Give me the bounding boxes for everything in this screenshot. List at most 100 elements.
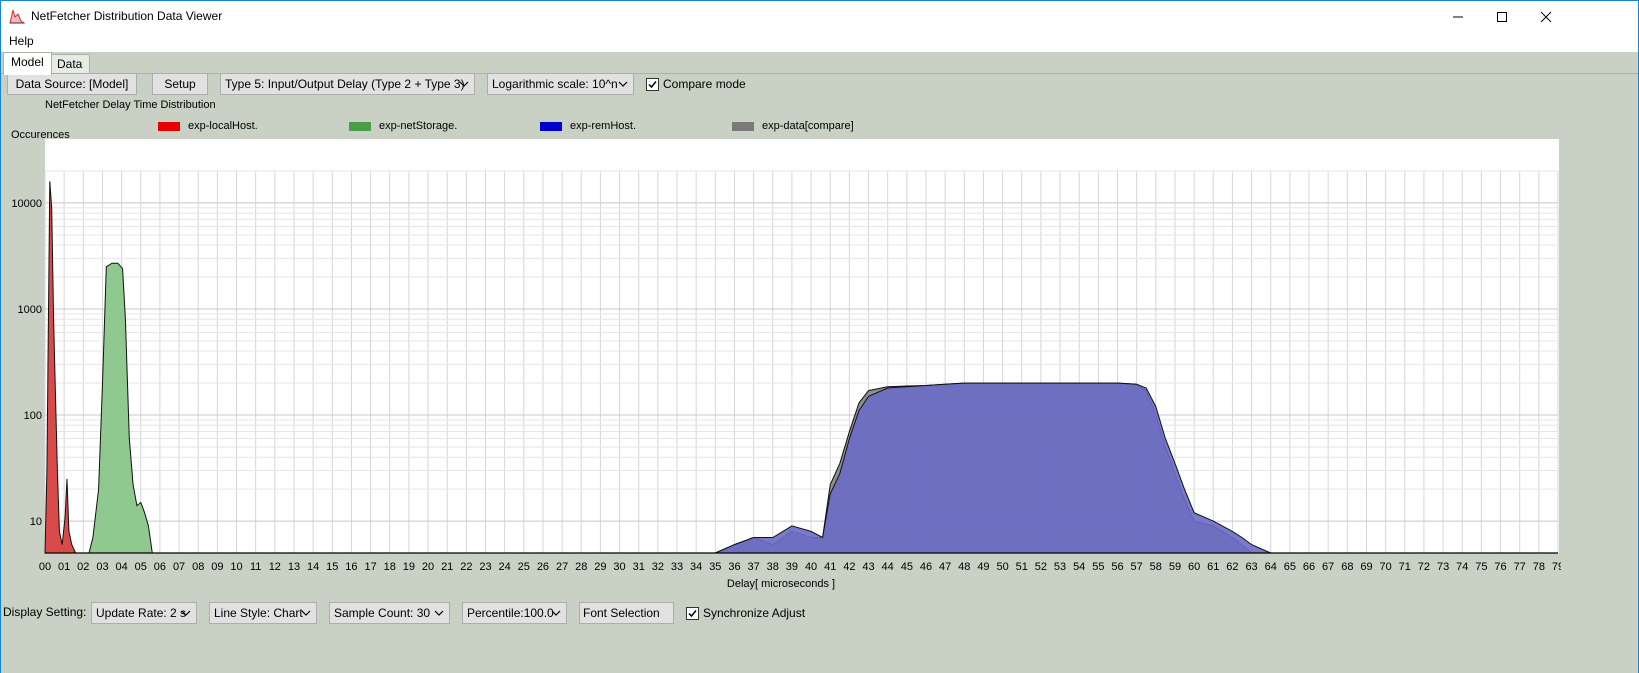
menu-bar: Help (1, 32, 1638, 52)
x-tick-label: 24 (499, 561, 511, 573)
chart-title: NetFetcher Delay Time Distribution (45, 99, 216, 111)
x-tick-label: 08 (192, 561, 204, 573)
y-tick-label: 1000 (18, 304, 42, 316)
minimize-button[interactable] (1435, 1, 1481, 32)
x-tick-label: 59 (1169, 561, 1181, 573)
x-tick-label: 10 (230, 561, 242, 573)
legend-label-netstorage: exp-netStorage. (379, 120, 458, 132)
x-tick-label: 68 (1341, 561, 1353, 573)
y-tick-label: 10 (30, 516, 42, 528)
x-tick-label: 26 (537, 561, 549, 573)
x-tick-label: 60 (1188, 561, 1200, 573)
synchronize-adjust-label: Synchronize Adjust (703, 606, 806, 620)
x-tick-label: 56 (1111, 561, 1123, 573)
legend-item-remhost: exp-remHost. (540, 119, 636, 133)
x-tick-label: 79 (1552, 561, 1561, 573)
x-tick-label: 66 (1303, 561, 1315, 573)
x-tick-label: 01 (58, 561, 70, 573)
chevron-down-icon (618, 81, 628, 87)
x-tick-label: 12 (269, 561, 281, 573)
scale-select[interactable]: Logarithmic scale: 10^n (487, 73, 634, 95)
x-tick-label: 33 (671, 561, 683, 573)
chevron-down-icon (434, 610, 444, 616)
legend-swatch-localhost (158, 121, 180, 131)
x-tick-label: 58 (1150, 561, 1162, 573)
compare-mode-checkbox[interactable] (646, 77, 659, 91)
close-window-button[interactable] (1523, 1, 1569, 32)
menu-help[interactable]: Help (9, 34, 34, 48)
maximize-button[interactable] (1479, 1, 1525, 32)
x-tick-label: 71 (1399, 561, 1411, 573)
x-tick-label: 50 (996, 561, 1008, 573)
x-tick-label: 48 (958, 561, 970, 573)
x-tick-label: 29 (594, 561, 606, 573)
legend-swatch-netstorage (349, 121, 371, 131)
x-tick-label: 57 (1131, 561, 1143, 573)
x-tick-label: 42 (843, 561, 855, 573)
x-tick-label: 09 (211, 561, 223, 573)
x-tick-label: 70 (1380, 561, 1392, 573)
x-tick-label: 75 (1475, 561, 1487, 573)
chevron-down-icon (301, 610, 311, 616)
synchronize-adjust-checkbox[interactable] (686, 606, 699, 620)
x-tick-label: 38 (767, 561, 779, 573)
setup-button[interactable]: Setup (152, 73, 208, 95)
x-tick-label: 20 (422, 561, 434, 573)
x-tick-label: 37 (747, 561, 759, 573)
maximize-icon (1497, 11, 1507, 22)
data-source-button[interactable]: Data Source: [Model] (7, 73, 137, 95)
tab-bar: Model Data (1, 52, 1638, 75)
x-tick-label: 34 (690, 561, 702, 573)
sample-count-select[interactable]: Sample Count: 30 (329, 602, 450, 624)
x-tick-label: 45 (901, 561, 913, 573)
font-selection-button[interactable]: Font Selection (579, 602, 674, 624)
x-tick-label: 51 (1016, 561, 1028, 573)
close-icon (1540, 11, 1552, 22)
checkmark-icon (648, 80, 657, 88)
x-tick-label: 53 (1054, 561, 1066, 573)
chevron-down-icon (551, 610, 561, 616)
legend-swatch-compare (732, 121, 754, 131)
x-tick-label: 05 (135, 561, 147, 573)
tab-data[interactable]: Data (49, 54, 91, 74)
x-tick-label: 65 (1284, 561, 1296, 573)
x-tick-label: 74 (1456, 561, 1468, 573)
type-select[interactable]: Type 5: Input/Output Delay (Type 2 + Typ… (220, 73, 475, 95)
x-tick-label: 73 (1437, 561, 1449, 573)
percentile-select[interactable]: Percentile:100.0 (462, 602, 567, 624)
x-tick-label: 21 (441, 561, 453, 573)
update-rate-select[interactable]: Update Rate: 2 s (91, 602, 197, 624)
x-tick-label: 18 (384, 561, 396, 573)
x-tick-label: 32 (652, 561, 664, 573)
x-tick-label: 76 (1494, 561, 1506, 573)
display-settings-bar: Display Setting: Update Rate: 2 s Line S… (1, 599, 1638, 627)
x-tick-label: 11 (250, 561, 261, 573)
x-tick-label: 30 (613, 561, 625, 573)
x-tick-label: 54 (1073, 561, 1085, 573)
x-tick-label: 22 (460, 561, 472, 573)
x-tick-label: 64 (1265, 561, 1277, 573)
x-tick-label: 55 (1092, 561, 1104, 573)
x-tick-label: 44 (882, 561, 894, 573)
x-tick-label: 06 (154, 561, 166, 573)
x-axis-label: Delay[ microseconds ] (726, 578, 836, 590)
legend-label-compare: exp-data[compare] (762, 120, 854, 132)
x-tick-label: 69 (1360, 561, 1372, 573)
line-style-select[interactable]: Line Style: Chart (209, 602, 317, 624)
legend-label-remhost: exp-remHost. (570, 120, 637, 132)
chevron-down-icon (181, 610, 191, 616)
percentile-value: Percentile:100.0 (467, 606, 554, 620)
minimize-icon (1453, 16, 1463, 17)
x-tick-label: 25 (518, 561, 530, 573)
window-title: NetFetcher Distribution Data Viewer (31, 9, 223, 23)
x-tick-label: 62 (1226, 561, 1238, 573)
legend-swatch-remhost (540, 121, 562, 131)
synchronize-adjust-toggle[interactable]: Synchronize Adjust (686, 604, 805, 622)
compare-mode-toggle[interactable]: Compare mode (646, 75, 746, 93)
legend-item-netstorage: exp-netStorage. (349, 119, 457, 133)
x-tick-label: 13 (288, 561, 300, 573)
chevron-down-icon (459, 81, 469, 87)
x-tick-label: 40 (805, 561, 817, 573)
x-tick-label: 03 (96, 561, 108, 573)
tab-model[interactable]: Model (3, 52, 52, 75)
